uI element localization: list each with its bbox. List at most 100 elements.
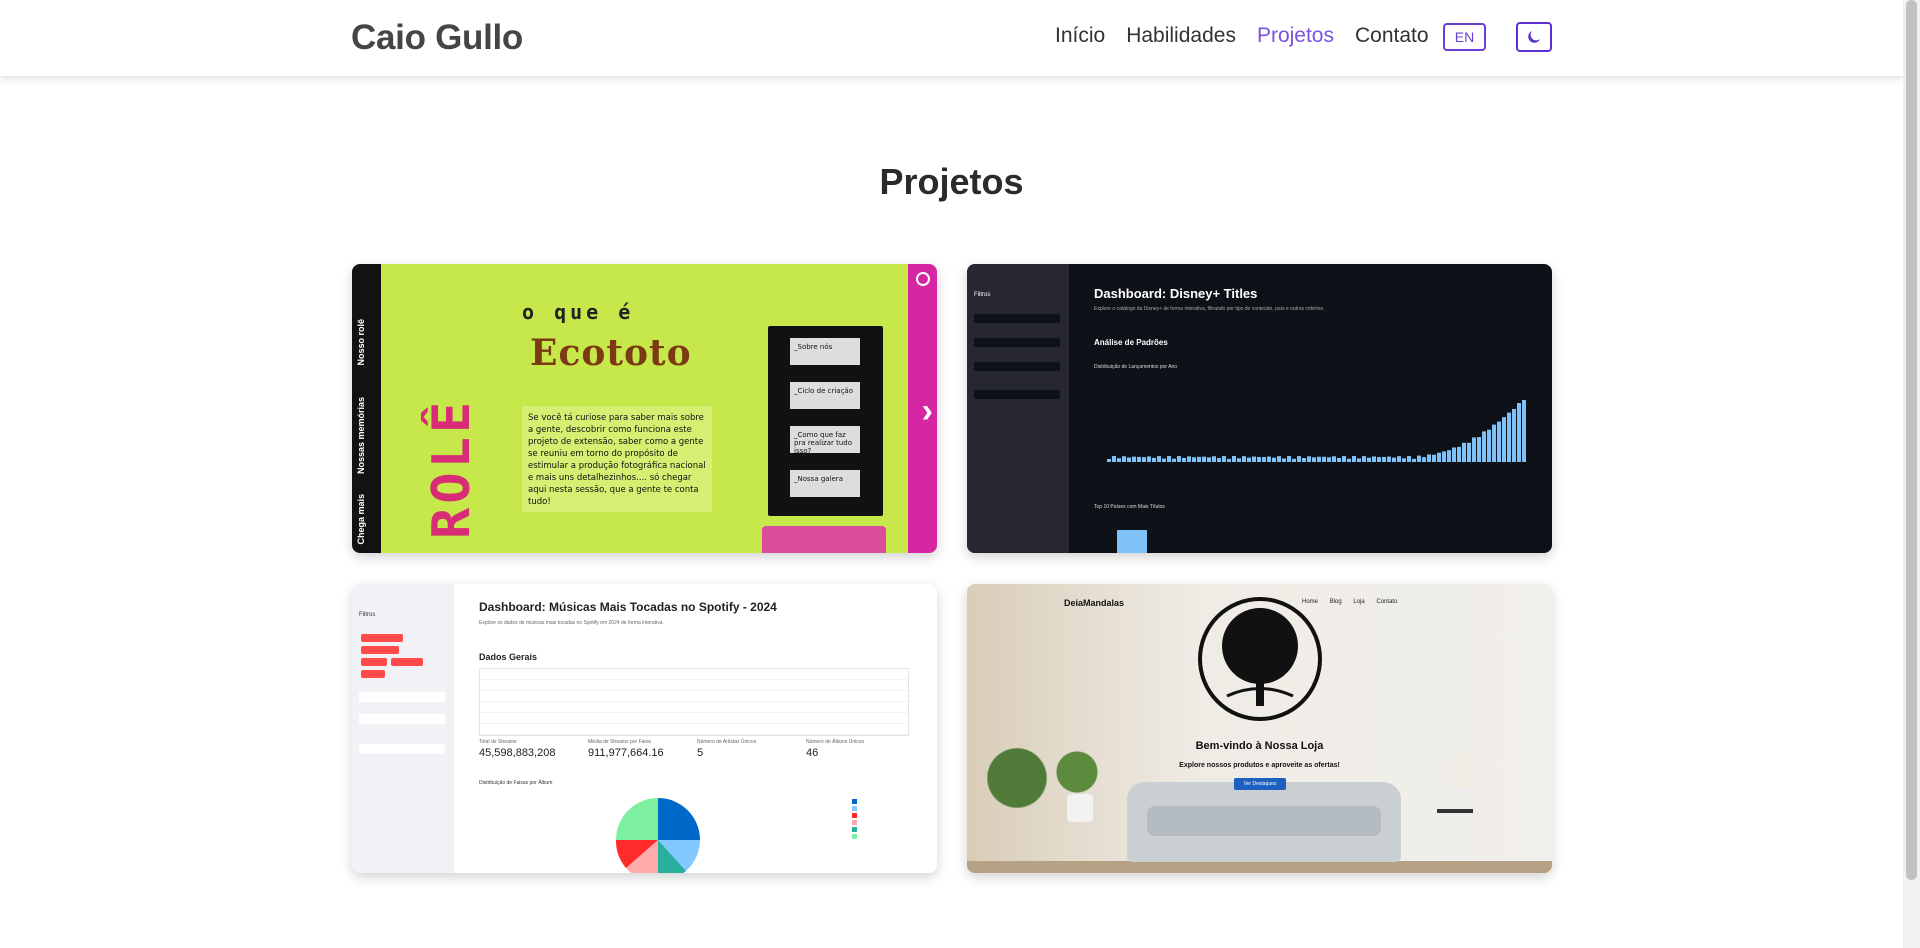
histogram-bar: [1397, 456, 1401, 462]
theme-toggle-button[interactable]: [1516, 22, 1552, 52]
legend-swatch: [852, 813, 857, 818]
pie-label: Distribuição de Faixas por Álbum: [479, 780, 553, 786]
store-welcome: Bem-vindo à Nossa Loja: [1195, 740, 1324, 752]
histogram-bar: [1407, 456, 1411, 462]
ver-destaques-button: Ver Destaques: [1234, 778, 1286, 790]
histogram-bar: [1337, 458, 1341, 462]
metric-value: 5: [697, 747, 704, 759]
histogram-bar: [1242, 456, 1246, 462]
film-frame: _Ciclo de criação: [790, 382, 860, 409]
nav-links: Início Habilidades Projetos Contato: [1055, 24, 1450, 48]
metric-albums: Número de Álbuns Únicos 46: [806, 739, 864, 759]
moon-icon: [1528, 30, 1541, 43]
histogram-bar: [1227, 458, 1231, 462]
language-button[interactable]: EN: [1443, 23, 1486, 51]
dashboard-section: Análise de Padrões: [1094, 338, 1168, 347]
histogram-bar: [1122, 456, 1126, 462]
histogram-bar: [1237, 458, 1241, 462]
histogram-bar: [1152, 457, 1156, 462]
histogram-bar: [1287, 456, 1291, 462]
histogram-bar: [1457, 446, 1461, 462]
side-table: [1437, 809, 1473, 813]
project-card-deiamandalas[interactable]: DeiaMandalas Home Blog Loja Contato Bem-…: [967, 584, 1552, 873]
histogram-bar: [1462, 442, 1466, 462]
album-pie-chart: [616, 798, 700, 873]
histogram-bar: [1482, 431, 1486, 462]
film-frame: _Como que faz pra realizar tudo isso?: [790, 426, 860, 455]
histogram-bar: [1447, 450, 1451, 462]
histogram-bar: [1467, 442, 1471, 462]
histogram-bar: [1297, 456, 1301, 462]
chevron-right-icon: ›: [921, 392, 933, 430]
histogram-bar: [1382, 456, 1386, 462]
histogram-bar: [1442, 451, 1446, 462]
dashboard-subtitle: Explore o catálogo da Disney+ de forma i…: [1094, 306, 1325, 312]
histogram-bar: [1492, 424, 1496, 462]
histogram-bar: [1232, 456, 1236, 462]
histogram-bar: [1332, 456, 1336, 462]
histogram-bar: [1317, 456, 1321, 462]
store-menu-item: Blog: [1329, 599, 1342, 605]
histogram-bar: [1432, 454, 1436, 462]
store-logo: DeiaMandalas: [1064, 598, 1125, 608]
histogram-bar: [1177, 456, 1181, 462]
ecototo-paragraph: Se você tá curiose para saber mais sobre…: [522, 406, 712, 512]
histogram-bar: [1147, 456, 1151, 462]
ecototo-bottom-strip: [762, 526, 886, 553]
filter-input: [974, 338, 1060, 347]
legend-swatch: [852, 827, 857, 832]
metric-label: Média de Streams por Faixa: [588, 739, 651, 745]
project-card-disney[interactable]: Filtros Dashboard: Disney+ Titles Explor…: [967, 264, 1552, 553]
histogram-bar: [1217, 458, 1221, 462]
nav-link-projetos[interactable]: Projetos: [1257, 24, 1334, 48]
ecototo-heading-small: o que é: [522, 300, 635, 324]
histogram-bar: [1342, 456, 1346, 462]
project-card-ecototo[interactable]: Nosso rolê Nossas memórias Chega mais RO…: [352, 264, 937, 553]
nav-link-contato[interactable]: Contato: [1355, 24, 1429, 48]
histogram-bar: [1512, 408, 1516, 462]
filter-tag: [361, 634, 403, 642]
nav-link-inicio[interactable]: Início: [1055, 24, 1105, 48]
data-table: [479, 668, 909, 736]
nav-link-habilidades[interactable]: Habilidades: [1126, 24, 1236, 48]
histogram-bar: [1212, 456, 1216, 462]
histogram-bar: [1367, 457, 1371, 462]
histogram-bar: [1127, 457, 1131, 462]
histogram-bar: [1437, 452, 1441, 462]
project-card-spotify[interactable]: Filtros Dashboard: Músicas Mais Tocadas …: [352, 584, 937, 873]
histogram-bar: [1392, 457, 1396, 462]
histogram-bar: [1327, 457, 1331, 462]
site-brand[interactable]: Caio Gullo: [351, 18, 523, 58]
histogram-bar: [1112, 456, 1116, 462]
histogram-bar: [1172, 458, 1176, 462]
filter-tag: [361, 670, 385, 678]
metric-total-streams: Total de Streams 45,598,883,208: [479, 739, 555, 759]
histogram-bar: [1352, 456, 1356, 462]
pot-image: [1067, 794, 1093, 822]
scrollbar-thumb[interactable]: [1906, 0, 1917, 880]
histogram-bar: [1412, 458, 1416, 462]
ecototo-heading: Ecototo: [530, 332, 692, 374]
histogram-bar: [1272, 457, 1276, 462]
floor: [967, 861, 1552, 873]
metric-value: 46: [806, 747, 819, 759]
filter-input: [359, 692, 445, 702]
histogram-bar: [1307, 456, 1311, 462]
legend-swatch: [852, 799, 857, 804]
ecototo-side-label: Nosso rolê: [356, 319, 366, 366]
dashboard-sidebar: Filtros: [352, 584, 454, 873]
filter-input: [974, 362, 1060, 371]
histogram-bar: [1322, 456, 1326, 462]
histogram-bar: [1292, 458, 1296, 462]
histogram-bar: [1262, 457, 1266, 462]
dashboard-sidebar: Filtros: [967, 264, 1069, 553]
dashboard-subtitle: Explore os dados de músicas mais tocadas…: [479, 620, 664, 626]
metric-label: Total de Streams: [479, 739, 517, 745]
histogram-bar: [1167, 456, 1171, 462]
ecototo-side-label: Chega mais: [356, 494, 366, 545]
histogram-bar: [1517, 402, 1521, 462]
histogram-bar: [1187, 456, 1191, 462]
search-icon: [916, 272, 930, 286]
metric-value: 45,598,883,208: [479, 747, 556, 759]
histogram-bar: [1497, 421, 1501, 462]
